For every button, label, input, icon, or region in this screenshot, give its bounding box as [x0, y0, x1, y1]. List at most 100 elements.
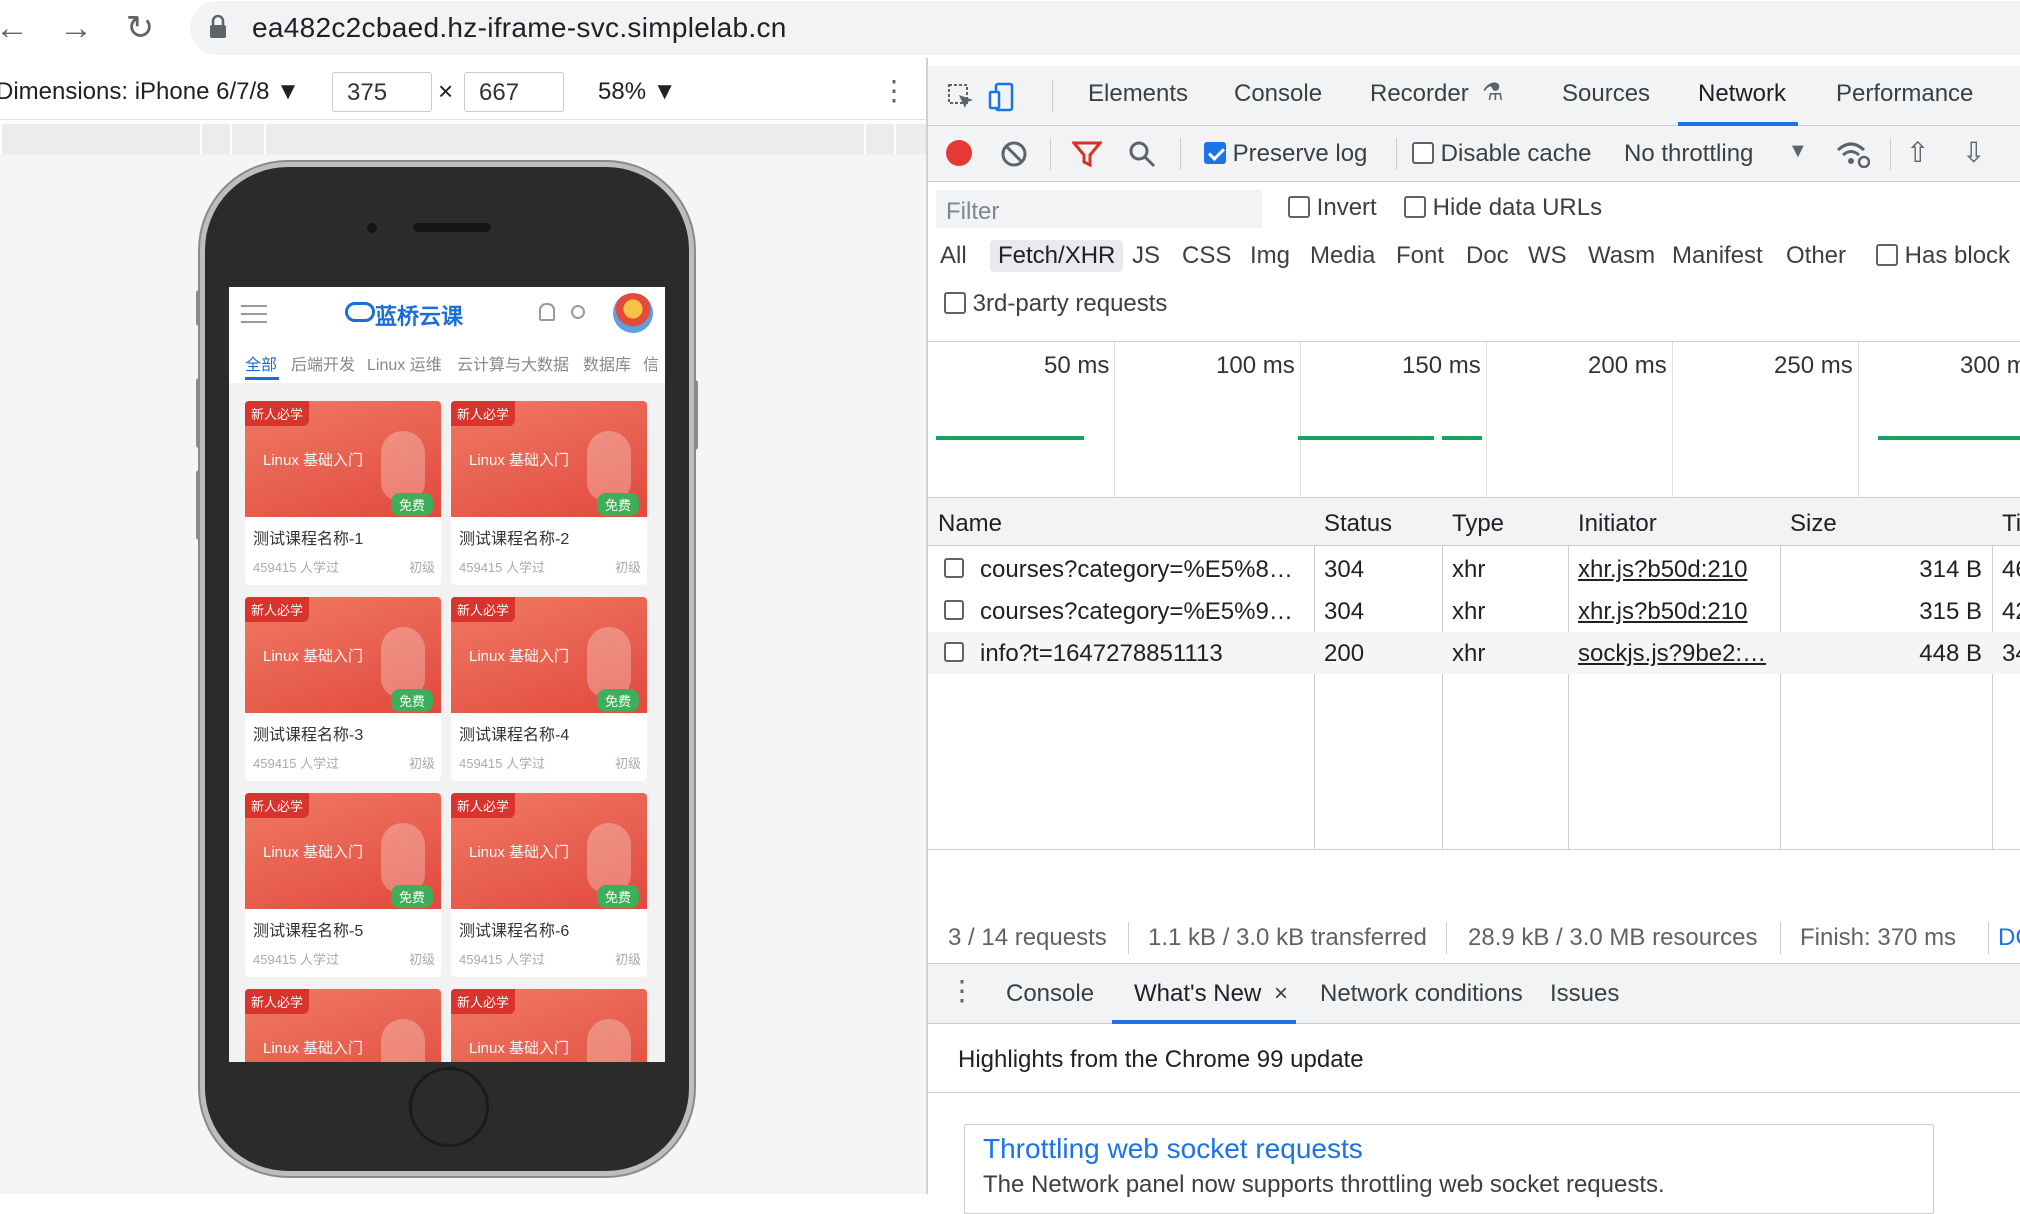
filter-type-other[interactable]: Other — [1778, 240, 1854, 272]
request-name[interactable]: courses?category=%E5%8… — [980, 556, 1310, 584]
third-party-checkbox[interactable]: 3rd-party requests — [944, 290, 1167, 318]
tab-console[interactable]: Console — [1234, 80, 1322, 108]
tab-recorder[interactable]: Recorder — [1370, 80, 1469, 108]
filter-type-js[interactable]: JS — [1124, 240, 1168, 272]
hide-data-urls-checkbox[interactable]: Hide data URLs — [1404, 194, 1602, 222]
invert-checkbox[interactable]: Invert — [1288, 194, 1377, 222]
filter-type-ws[interactable]: WS — [1520, 240, 1575, 272]
request-initiator[interactable]: xhr.js?b50d:210 — [1578, 556, 1778, 584]
column-header-type[interactable]: Type — [1452, 510, 1504, 538]
course-card[interactable]: 新人必学 Linux 基础入门 — [245, 989, 441, 1062]
avatar[interactable] — [613, 293, 653, 333]
table-row[interactable]: info?t=1647278851113 200 xhr sockjs.js?9… — [928, 632, 2020, 674]
table-row[interactable]: courses?category=%E5%9… 304 xhr xhr.js?b… — [928, 590, 2020, 632]
filter-icon[interactable] — [1072, 140, 1102, 168]
device-toggle-icon[interactable] — [988, 82, 1018, 112]
course-card[interactable]: 新人必学 Linux 基础入门 — [451, 989, 647, 1062]
checkbox-unchecked[interactable] — [1412, 142, 1434, 164]
clear-icon[interactable] — [1000, 140, 1028, 168]
column-header-time[interactable]: Ti — [2002, 510, 2020, 538]
import-har-icon[interactable]: ⇧ — [1906, 136, 1929, 169]
filter-type-img[interactable]: Img — [1242, 240, 1298, 272]
filter-type-doc[interactable]: Doc — [1458, 240, 1517, 272]
export-har-icon[interactable]: ⇩ — [1962, 136, 1985, 169]
close-icon[interactable]: × — [1274, 980, 1288, 1008]
column-header-initiator[interactable]: Initiator — [1578, 510, 1657, 538]
request-initiator[interactable]: sockjs.js?9be2:… — [1578, 640, 1778, 668]
forward-arrow-icon[interactable]: → — [54, 8, 98, 52]
disable-cache-checkbox[interactable]: Disable cache — [1412, 140, 1591, 168]
request-initiator[interactable]: xhr.js?b50d:210 — [1578, 598, 1778, 626]
more-options-icon[interactable]: ⋮ — [880, 74, 908, 107]
course-card[interactable]: 新人必学 Linux 基础入门 免费 测试课程名称-3 459415 人学过 初… — [245, 597, 441, 781]
checkbox-unchecked[interactable] — [1876, 244, 1898, 266]
device-select[interactable]: Dimensions: iPhone 6/7/8 ▼ — [0, 78, 300, 106]
tab-performance[interactable]: Performance — [1836, 80, 1973, 108]
category-tab[interactable]: 数据库 — [583, 351, 631, 375]
free-badge: 免费 — [596, 689, 639, 712]
checkbox-unchecked[interactable] — [1288, 196, 1310, 218]
search-icon[interactable] — [1128, 140, 1156, 168]
table-row[interactable]: courses?category=%E5%8… 304 xhr xhr.js?b… — [928, 548, 2020, 590]
row-checkbox[interactable] — [944, 558, 964, 578]
filter-type-wasm[interactable]: Wasm — [1580, 240, 1663, 272]
tab-sources[interactable]: Sources — [1562, 80, 1650, 108]
inspect-element-icon[interactable] — [946, 82, 976, 112]
course-card[interactable]: 新人必学 Linux 基础入门 免费 测试课程名称-4 459415 人学过 初… — [451, 597, 647, 781]
filter-type-font[interactable]: Font — [1388, 240, 1452, 272]
width-input[interactable]: 375 — [332, 72, 432, 112]
throttling-select[interactable]: No throttling — [1624, 140, 1753, 168]
course-card[interactable]: 新人必学 Linux 基础入门 免费 测试课程名称-6 459415 人学过 初… — [451, 793, 647, 977]
dropdown-arrow-icon[interactable]: ▼ — [1788, 140, 1808, 163]
drawer-menu-icon[interactable]: ⋮ — [948, 974, 976, 1007]
address-bar[interactable]: ea482c2cbaed.hz-iframe-svc.simplelab.cn — [190, 1, 2020, 55]
tab-network[interactable]: Network — [1698, 80, 1786, 108]
request-name[interactable]: courses?category=%E5%9… — [980, 598, 1310, 626]
filter-type-media[interactable]: Media — [1302, 240, 1383, 272]
category-tab[interactable]: 全部 — [245, 351, 277, 375]
column-header-size[interactable]: Size — [1790, 510, 1837, 538]
request-name[interactable]: info?t=1647278851113 — [980, 640, 1310, 668]
filter-type-fetch-xhr[interactable]: Fetch/XHR — [990, 240, 1124, 272]
category-tab[interactable]: 信 — [643, 351, 659, 375]
filter-type-css[interactable]: CSS — [1174, 240, 1239, 272]
filter-type-all[interactable]: All — [932, 240, 975, 272]
has-blocked-checkbox[interactable]: Has block — [1876, 242, 2010, 270]
feature-title-link[interactable]: Throttling web socket requests — [983, 1133, 1363, 1165]
course-card[interactable]: 新人必学 Linux 基础入门 免费 测试课程名称-5 459415 人学过 初… — [245, 793, 441, 977]
preserve-log-checkbox[interactable]: Preserve log — [1204, 140, 1367, 168]
media-query-ruler[interactable] — [0, 124, 926, 154]
drawer-tab-whats-new[interactable]: What's New — [1134, 980, 1261, 1008]
height-input[interactable]: 667 — [464, 72, 564, 112]
column-header-name[interactable]: Name — [938, 510, 1002, 538]
checkbox-unchecked[interactable] — [1404, 196, 1426, 218]
column-header-status[interactable]: Status — [1324, 510, 1392, 538]
course-card[interactable]: 新人必学 Linux 基础入门 免费 测试课程名称-2 459415 人学过 初… — [451, 401, 647, 585]
checkbox-unchecked[interactable] — [944, 292, 966, 314]
record-icon[interactable] — [946, 140, 972, 166]
site-logo[interactable]: 蓝桥云课 — [375, 299, 463, 331]
filter-type-manifest[interactable]: Manifest — [1664, 240, 1771, 272]
reload-icon[interactable]: ↻ — [118, 8, 162, 52]
course-card[interactable]: 新人必学 Linux 基础入门 免费 测试课程名称-1 459415 人学过 初… — [245, 401, 441, 585]
bell-icon[interactable] — [539, 303, 555, 321]
checkbox-checked[interactable] — [1204, 142, 1226, 164]
drawer-tab-console[interactable]: Console — [1006, 980, 1094, 1008]
category-tab[interactable]: 后端开发 — [291, 351, 355, 375]
category-tab[interactable]: 云计算与大数据 — [457, 351, 569, 375]
network-conditions-icon[interactable] — [1836, 140, 1870, 168]
row-checkbox[interactable] — [944, 642, 964, 662]
filter-input[interactable]: Filter — [936, 190, 1262, 228]
menu-icon[interactable] — [241, 305, 267, 323]
network-overview[interactable]: 50 ms 100 ms 150 ms 200 ms 250 ms 300 m — [928, 342, 2020, 498]
logo-icon — [345, 302, 375, 322]
feature-card[interactable]: Throttling web socket requests The Netwo… — [964, 1124, 1934, 1214]
search-icon[interactable] — [571, 305, 585, 319]
drawer-tab-issues[interactable]: Issues — [1550, 980, 1619, 1008]
back-arrow-icon[interactable]: ← — [0, 8, 34, 52]
row-checkbox[interactable] — [944, 600, 964, 620]
tab-elements[interactable]: Elements — [1088, 80, 1188, 108]
zoom-select[interactable]: 58% ▼ — [598, 78, 676, 106]
drawer-tab-network-conditions[interactable]: Network conditions — [1320, 980, 1523, 1008]
category-tab[interactable]: Linux 运维 — [367, 351, 442, 375]
